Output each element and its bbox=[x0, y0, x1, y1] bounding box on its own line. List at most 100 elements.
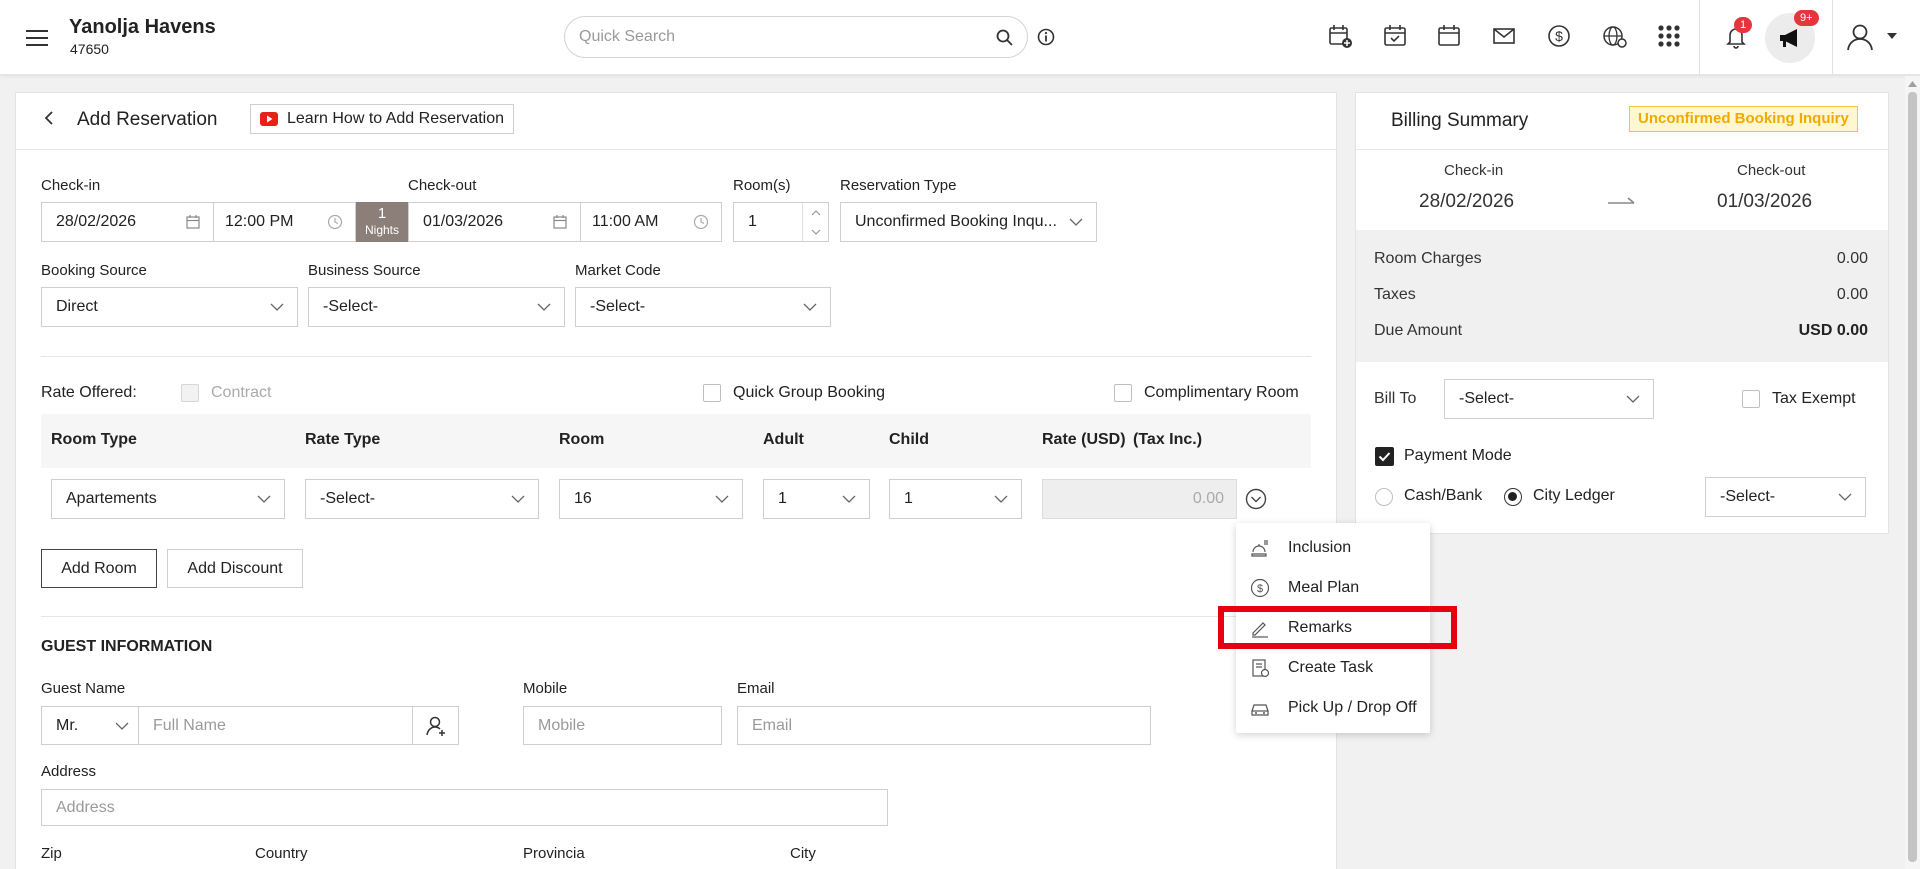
menu-item-label: Create Task bbox=[1288, 659, 1374, 676]
dollar-circle-icon: $ bbox=[1248, 577, 1272, 599]
user-avatar-icon[interactable] bbox=[1845, 22, 1875, 52]
calendar-add-icon[interactable] bbox=[1326, 22, 1354, 50]
decrement-icon[interactable] bbox=[811, 229, 821, 235]
chevron-down-icon bbox=[1064, 218, 1088, 226]
menu-item-pickup-dropoff[interactable]: Pick Up / Drop Off bbox=[1236, 688, 1430, 728]
quick-group-checkbox[interactable] bbox=[703, 384, 721, 402]
section-divider bbox=[41, 356, 1311, 357]
market-code-select[interactable]: -Select- bbox=[575, 287, 831, 327]
increment-icon[interactable] bbox=[811, 209, 821, 216]
payment-type-select[interactable]: -Select- bbox=[1705, 477, 1866, 517]
page-scrollbar[interactable] bbox=[1905, 76, 1920, 869]
mobile-label: Mobile bbox=[523, 680, 568, 697]
mail-icon[interactable] bbox=[1490, 22, 1518, 50]
contract-label: Contract bbox=[211, 384, 272, 401]
menu-item-inclusion[interactable]: Inclusion bbox=[1236, 528, 1430, 568]
user-menu-caret-icon[interactable] bbox=[1886, 32, 1898, 40]
checkout-date-value: 01/03/2026 bbox=[423, 213, 504, 230]
col-child: Child bbox=[889, 431, 929, 448]
scroll-up-icon[interactable] bbox=[1905, 78, 1920, 90]
child-select[interactable]: 1 bbox=[889, 479, 1022, 519]
svg-text:$: $ bbox=[1257, 583, 1263, 595]
rate-offered-label: Rate Offered: bbox=[41, 384, 137, 401]
calendar-icon[interactable] bbox=[1435, 22, 1463, 50]
arrow-right-icon bbox=[1608, 195, 1636, 207]
checkout-label: Check-out bbox=[408, 177, 477, 194]
rooms-label: Room(s) bbox=[733, 177, 791, 194]
rate-input: 0.00 bbox=[1042, 479, 1237, 519]
email-label: Email bbox=[737, 680, 775, 697]
city-ledger-radio[interactable] bbox=[1504, 488, 1522, 506]
chevron-down-icon bbox=[989, 495, 1013, 503]
info-icon[interactable] bbox=[1036, 27, 1056, 47]
reservation-type-select[interactable]: Unconfirmed Booking Inqu... bbox=[840, 202, 1097, 242]
add-room-button[interactable]: Add Room bbox=[41, 549, 157, 588]
room-select[interactable]: 16 bbox=[559, 479, 743, 519]
checkout-time-value: 11:00 AM bbox=[592, 213, 659, 230]
apps-grid-icon[interactable] bbox=[1655, 22, 1683, 50]
payment-mode-checkbox[interactable] bbox=[1375, 447, 1394, 466]
bill-to-select[interactable]: -Select- bbox=[1444, 379, 1654, 419]
hotel-name[interactable]: Yanolja Havens bbox=[69, 16, 216, 39]
rooms-stepper[interactable]: 1 bbox=[733, 202, 829, 242]
cash-bank-label: Cash/Bank bbox=[1404, 487, 1483, 504]
svg-text:$: $ bbox=[1555, 28, 1563, 44]
youtube-icon bbox=[260, 112, 278, 126]
full-name-field[interactable]: Full Name bbox=[138, 706, 413, 745]
menu-item-meal-plan[interactable]: $ Meal Plan bbox=[1236, 568, 1430, 608]
adult-select[interactable]: 1 bbox=[763, 479, 870, 519]
email-field[interactable]: Email bbox=[737, 706, 1151, 745]
topbar-divider bbox=[1699, 0, 1700, 74]
salutation-select[interactable]: Mr. bbox=[41, 706, 139, 745]
quick-search-input[interactable] bbox=[565, 17, 1027, 57]
complimentary-label: Complimentary Room bbox=[1144, 384, 1299, 401]
room-charges-label: Room Charges bbox=[1374, 250, 1482, 267]
col-rate-type: Rate Type bbox=[305, 431, 381, 448]
back-arrow-icon[interactable] bbox=[40, 109, 58, 127]
col-rate: Rate (USD) bbox=[1042, 431, 1126, 448]
room-type-value: Apartements bbox=[66, 490, 157, 507]
menu-item-label: Inclusion bbox=[1288, 539, 1352, 556]
row-options-icon[interactable] bbox=[1245, 488, 1267, 510]
checkin-time-field[interactable]: 12:00 PM bbox=[213, 202, 356, 242]
globe-icon[interactable] bbox=[1600, 22, 1628, 50]
rate-type-select[interactable]: -Select- bbox=[305, 479, 539, 519]
chevron-down-icon bbox=[110, 722, 134, 730]
rooms-value: 1 bbox=[748, 213, 757, 230]
provincia-label: Provincia bbox=[523, 845, 585, 862]
billing-header-divider bbox=[1356, 149, 1888, 150]
chevron-down-icon bbox=[506, 495, 530, 503]
billing-checkin-date: 28/02/2026 bbox=[1419, 191, 1515, 212]
checkout-time-field[interactable]: 11:00 AM bbox=[580, 202, 722, 242]
learn-video-label: Learn How to Add Reservation bbox=[287, 110, 505, 127]
remarks-highlight-box bbox=[1218, 606, 1457, 649]
contract-checkbox bbox=[181, 384, 199, 402]
quick-group-label: Quick Group Booking bbox=[733, 384, 886, 401]
nights-count: 1 bbox=[377, 205, 387, 222]
business-source-select[interactable]: -Select- bbox=[308, 287, 565, 327]
booking-source-value: Direct bbox=[56, 298, 98, 315]
booking-source-label: Booking Source bbox=[41, 262, 147, 279]
chevron-down-icon bbox=[837, 495, 861, 503]
section-divider bbox=[41, 616, 1311, 617]
hamburger-menu-icon[interactable] bbox=[24, 24, 52, 52]
checkin-date-field[interactable]: 28/02/2026 bbox=[41, 202, 214, 242]
search-icon[interactable] bbox=[995, 28, 1015, 48]
booking-source-select[interactable]: Direct bbox=[41, 287, 298, 327]
scrollbar-thumb[interactable] bbox=[1908, 92, 1917, 862]
announcement-count-badge: 9+ bbox=[1794, 10, 1819, 26]
guest-lookup-button[interactable] bbox=[412, 706, 459, 745]
address-field[interactable]: Address bbox=[41, 789, 888, 826]
complimentary-checkbox[interactable] bbox=[1114, 384, 1132, 402]
calendar-check-icon[interactable] bbox=[1381, 22, 1409, 50]
add-discount-button[interactable]: Add Discount bbox=[167, 549, 303, 588]
tax-exempt-checkbox[interactable] bbox=[1742, 390, 1760, 408]
checkout-date-field[interactable]: 01/03/2026 bbox=[408, 202, 581, 242]
dollar-icon[interactable]: $ bbox=[1545, 22, 1573, 50]
room-type-select[interactable]: Apartements bbox=[51, 479, 285, 519]
payment-type-value: -Select- bbox=[1720, 488, 1776, 505]
mobile-field[interactable]: Mobile bbox=[523, 706, 722, 745]
cash-bank-radio[interactable] bbox=[1375, 488, 1393, 506]
learn-video-link[interactable]: Learn How to Add Reservation bbox=[250, 104, 514, 134]
menu-item-create-task[interactable]: Create Task bbox=[1236, 648, 1430, 688]
